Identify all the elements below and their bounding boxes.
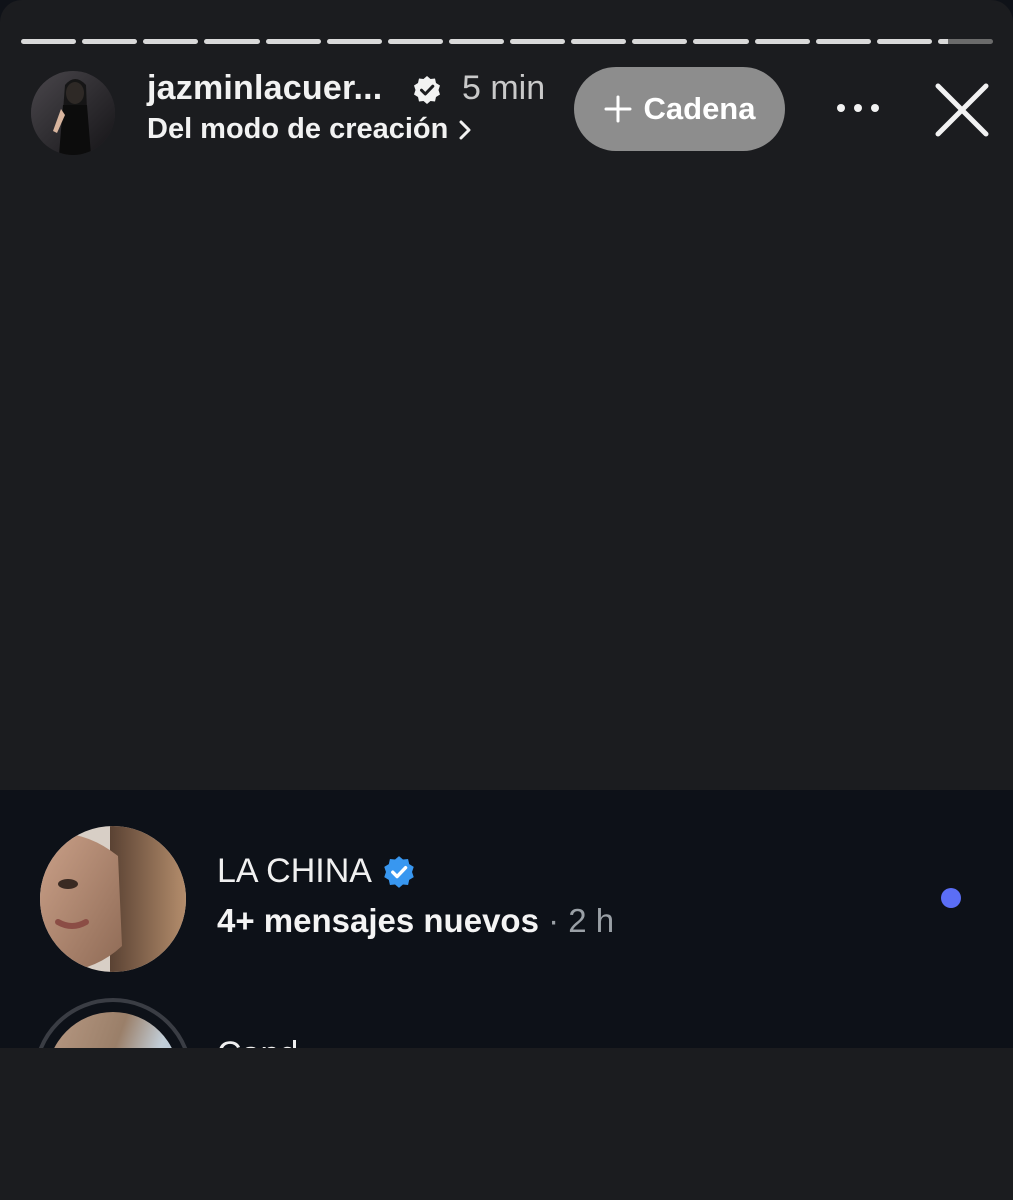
conversation-time: · 2 h [548, 902, 615, 939]
progress-segment [571, 39, 627, 44]
avatar-photo [47, 1012, 179, 1048]
creation-mode-link[interactable]: Del modo de creación [147, 113, 472, 146]
progress-segment [204, 39, 260, 44]
story-viewer[interactable]: jazminlacuer... 5 min Del modo de creaci… [0, 0, 1013, 790]
conversation-name[interactable]: LA CHINA [217, 852, 416, 891]
progress-segment [876, 39, 932, 44]
progress-segment [510, 39, 566, 44]
progress-segment [693, 39, 749, 44]
progress-segment [21, 39, 77, 44]
story-author-avatar[interactable] [31, 71, 115, 155]
bottom-blank-area [0, 1048, 1013, 1200]
progress-segment [815, 39, 871, 44]
add-chain-button[interactable]: Cadena [574, 67, 785, 151]
story-progress-bar [21, 39, 993, 44]
la-china-avatar[interactable] [40, 826, 186, 972]
plus-icon [604, 95, 631, 123]
progress-segment [82, 39, 138, 44]
chevron-right-icon [459, 120, 471, 139]
progress-segment [632, 39, 688, 44]
progress-segment [265, 39, 321, 44]
verified-badge-icon [384, 855, 414, 888]
conversation-preview[interactable]: 4+ mensajes nuevos · 2 h [217, 902, 614, 940]
verified-badge-icon [414, 76, 440, 104]
creation-mode-label: Del modo de creación [147, 113, 449, 145]
unread-indicator [941, 888, 961, 908]
new-messages-count: 4+ mensajes nuevos [217, 902, 539, 939]
second-conversation-avatar[interactable] [33, 998, 193, 1048]
progress-segment [754, 39, 810, 44]
progress-segment [387, 39, 443, 44]
conversation-name-text: LA CHINA [217, 852, 372, 890]
story-username[interactable]: jazminlacuer... [147, 69, 382, 108]
close-icon[interactable] [932, 80, 992, 140]
progress-segment [326, 39, 382, 44]
story-timestamp: 5 min [462, 69, 546, 107]
avatar-photo [40, 826, 186, 972]
progress-segment [937, 39, 993, 44]
direct-messages-list: LA CHINA 4+ mensajes nuevos · 2 h Cand [0, 790, 1013, 1048]
second-conversation-name[interactable]: Cand [217, 1035, 298, 1048]
chain-button-label: Cadena [643, 91, 756, 126]
avatar-photo [31, 71, 115, 155]
more-options-icon[interactable] [833, 96, 883, 120]
progress-segment [143, 39, 199, 44]
progress-segment [448, 39, 504, 44]
